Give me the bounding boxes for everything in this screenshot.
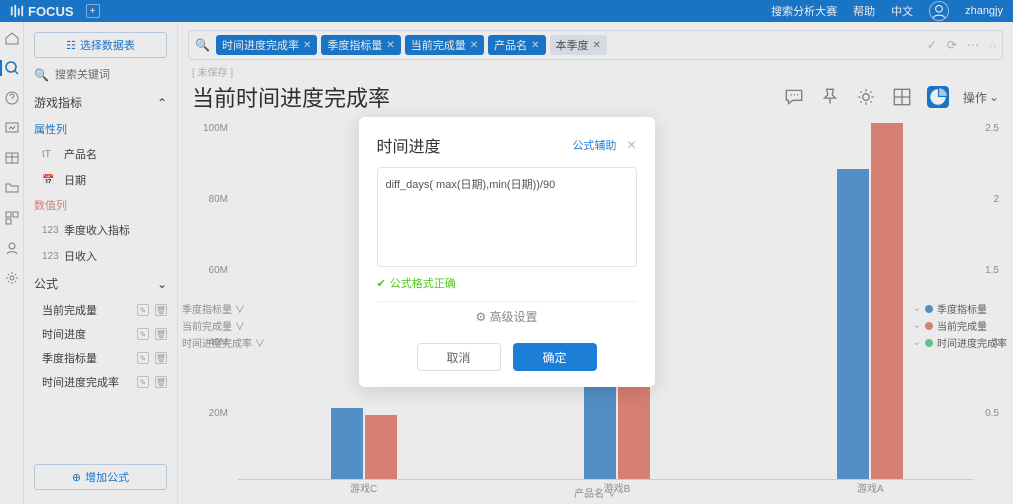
status-text: 公式格式正确 xyxy=(390,275,456,291)
gear-icon: ⚙ xyxy=(475,310,486,324)
formula-status: ✔ 公式格式正确 xyxy=(377,275,637,291)
formula-helper-link[interactable]: 公式辅助 xyxy=(572,137,616,153)
check-icon: ✔ xyxy=(377,277,386,290)
close-icon[interactable]: ✕ xyxy=(626,138,636,152)
cancel-button[interactable]: 取消 xyxy=(417,343,501,371)
formula-modal: 时间进度 公式辅助 ✕ diff_days( max(日期),min(日期))/… xyxy=(359,117,655,387)
modal-title: 时间进度 xyxy=(377,133,441,157)
advanced-label: 高级设置 xyxy=(490,310,538,324)
advanced-settings[interactable]: ⚙ 高级设置 xyxy=(377,301,637,331)
modal-overlay: 时间进度 公式辅助 ✕ diff_days( max(日期),min(日期))/… xyxy=(0,0,1013,504)
formula-input[interactable]: diff_days( max(日期),min(日期))/90 xyxy=(377,167,637,267)
confirm-button[interactable]: 确定 xyxy=(513,343,597,371)
